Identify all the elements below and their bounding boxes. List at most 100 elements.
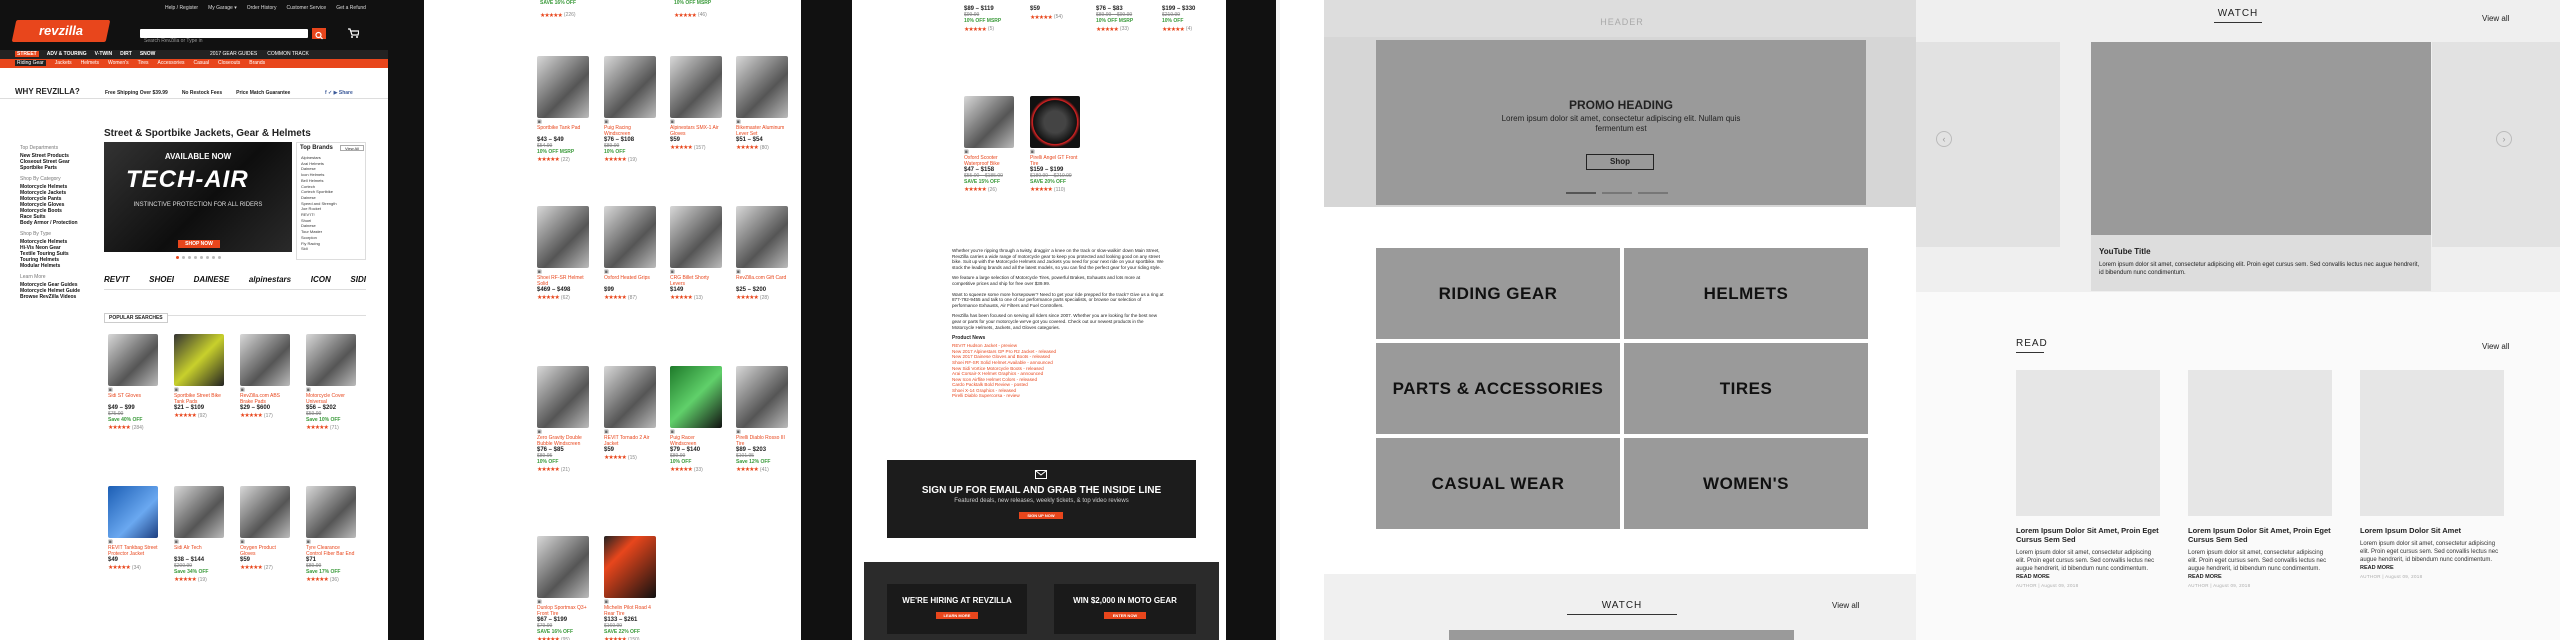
- product-news-link[interactable]: Pirelli Diablo Supercorsa - review: [952, 393, 1164, 399]
- product-name[interactable]: REVIT Tankbag Street Protector Jacket: [108, 545, 158, 557]
- product-image[interactable]: [670, 206, 722, 268]
- product-card-tail[interactable]: $89 – $119 $99.99 10% OFF MSRP ★★★★★ (5): [964, 6, 1024, 33]
- product-name[interactable]: Michelin Pilot Road 4 Rear Tire: [604, 605, 656, 617]
- product-name[interactable]: Pirelli Angel GT Front Tire: [1030, 155, 1080, 167]
- read-more-link[interactable]: READ MORE: [2016, 574, 2160, 580]
- product-card[interactable]: ▣ Bikemaster Aluminum Lever Set $51 – $54 ★…: [736, 56, 788, 151]
- product-card[interactable]: ▣ Sportbike Street Bike Tank Pads $21 – $1…: [174, 334, 224, 419]
- subnav-item[interactable]: Helmets: [81, 60, 99, 66]
- subnav-item[interactable]: Accessories: [158, 60, 185, 66]
- product-card[interactable]: ▣ Pirelli Angel GT Front Tire $159 – $199 $…: [1030, 96, 1080, 193]
- product-card[interactable]: ▣ Michelin Pilot Road 4 Rear Tire $133 – $…: [604, 536, 656, 640]
- chevron-right-icon[interactable]: ›: [2496, 131, 2512, 147]
- product-card[interactable]: ▣ Puig Racer Windscreen $79 – $140 $89.99 10…: [670, 366, 722, 473]
- subnav-item[interactable]: Riding Gear: [15, 60, 46, 66]
- product-image[interactable]: [736, 206, 788, 268]
- product-card-tail[interactable]: SAVE 16% OFF ★★★★★ (226): [540, 0, 600, 19]
- product-image[interactable]: [537, 366, 589, 428]
- product-image[interactable]: [604, 206, 656, 268]
- cart-icon[interactable]: [347, 27, 359, 39]
- nav-item[interactable]: SNOW: [140, 51, 156, 57]
- email-signup-button[interactable]: SIGN UP NOW: [1019, 512, 1063, 519]
- learn-more-button[interactable]: LEARN MORE: [936, 612, 978, 619]
- product-name[interactable]: CRG Billet Shorty Levers: [670, 275, 722, 287]
- search-button[interactable]: [312, 28, 326, 40]
- promo-carousel-indicator[interactable]: [1566, 192, 1668, 194]
- article-image[interactable]: [2188, 370, 2332, 516]
- subnav-item[interactable]: Tires: [138, 60, 149, 66]
- sidebar-link[interactable]: Sportbike Parts: [20, 165, 100, 171]
- sidebar-link[interactable]: Body Armor / Protection: [20, 220, 100, 226]
- product-card[interactable]: ▣ Pirelli Diablo Rosso III Tire $89 – $203…: [736, 366, 788, 473]
- chevron-left-icon[interactable]: ‹: [1936, 131, 1952, 147]
- read-more-link[interactable]: READ MORE: [2188, 574, 2332, 580]
- nav-item[interactable]: DIRT: [120, 51, 132, 57]
- product-name[interactable]: Puig Racing Windscreen: [604, 125, 656, 137]
- product-name[interactable]: RevZilla.com Gift Card: [736, 275, 788, 287]
- article-card[interactable]: Lorem Ipsum Dolor Sit Amet, Proin Eget C…: [2016, 370, 2160, 588]
- read-view-all-link[interactable]: View all: [2482, 342, 2509, 351]
- subnav-item[interactable]: Brands: [249, 60, 265, 66]
- header-link[interactable]: Get a Refund: [336, 5, 366, 11]
- product-card-tail[interactable]: $199 – $330 $219.99 10% OFF ★★★★★ (4): [1162, 6, 1222, 33]
- product-name[interactable]: Sidi ST Gloves: [108, 393, 158, 405]
- product-image[interactable]: [108, 486, 158, 538]
- product-card-tail[interactable]: 10% OFF MSRP ★★★★★ (46): [674, 0, 734, 19]
- product-name[interactable]: Zero Gravity Double Bubble Windscreen: [537, 435, 589, 447]
- product-card[interactable]: ▣ Motorcycle Cover Universal $56 – $202 $59…: [306, 334, 356, 431]
- product-name[interactable]: Oxygen Product Gloves: [240, 545, 290, 557]
- header-link[interactable]: Help / Register: [165, 5, 198, 11]
- product-card[interactable]: ▣ Puig Racing Windscreen $76 – $108 $89.99 1…: [604, 56, 656, 163]
- category-tile[interactable]: PARTS & ACCESSORIES: [1376, 343, 1620, 434]
- watch-view-all-link[interactable]: View all: [1832, 601, 1859, 610]
- product-card[interactable]: ▣ Sportbike Tank Pad $43 – $49 $54.99 10% OF…: [537, 56, 589, 163]
- product-image[interactable]: [174, 334, 224, 386]
- search-input[interactable]: Search RevZilla or Type in: [140, 29, 308, 44]
- brand-logo[interactable]: SIDI: [350, 275, 366, 284]
- header-link[interactable]: Customer Service: [286, 5, 326, 11]
- brand-logo[interactable]: DAINESE: [194, 275, 230, 284]
- nav-item[interactable]: STREET: [15, 51, 39, 57]
- watch-view-all-link[interactable]: View all: [2482, 14, 2509, 23]
- product-name[interactable]: Oxford Heated Grips: [604, 275, 656, 287]
- brand-logo[interactable]: ICON: [311, 275, 331, 284]
- article-title[interactable]: Lorem Ipsum Dolor Sit Amet, Proin Eget C…: [2016, 526, 2160, 544]
- product-name[interactable]: RevZilla.com ABS Brake Pads: [240, 393, 290, 405]
- header-link[interactable]: Order History: [247, 5, 277, 11]
- promise-item[interactable]: Price Match Guarantee: [236, 90, 290, 96]
- product-name[interactable]: REVIT Tornado 2 Air Jacket: [604, 435, 656, 447]
- nav-item[interactable]: ADV & TOURING: [47, 51, 87, 57]
- product-image[interactable]: [306, 334, 356, 386]
- product-image[interactable]: [670, 56, 722, 118]
- nav-item[interactable]: 2017 GEAR GUIDES: [210, 51, 257, 57]
- product-card[interactable]: ▣ Sidi AIr Tech $38 – $144 $209.99 Save 34% …: [174, 486, 224, 583]
- product-image[interactable]: [604, 56, 656, 118]
- brand-link[interactable]: Sidi: [301, 246, 337, 252]
- product-image[interactable]: [604, 366, 656, 428]
- revzilla-logo[interactable]: revzilla: [11, 20, 111, 42]
- brand-logo[interactable]: alpinestars: [249, 275, 291, 284]
- product-card[interactable]: ▣ Zero Gravity Double Bubble Windscreen $7…: [537, 366, 589, 473]
- category-tile[interactable]: TIRES: [1624, 343, 1868, 434]
- enter-now-button[interactable]: ENTER NOW: [1104, 612, 1146, 619]
- popular-searches-tab[interactable]: POPULAR SEARCHES: [104, 306, 366, 323]
- sidebar-link[interactable]: Browse RevZilla Videos: [20, 294, 100, 300]
- category-tile[interactable]: CASUAL WEAR: [1376, 438, 1620, 529]
- product-name[interactable]: Puig Racer Windscreen: [670, 435, 722, 447]
- product-card[interactable]: ▣ RevZilla.com ABS Brake Pads $29 – $600 ★★…: [240, 334, 290, 419]
- article-image[interactable]: [2016, 370, 2160, 516]
- view-all-brands-button[interactable]: View All: [340, 145, 364, 151]
- product-name[interactable]: Shoei RF-SR Helmet Solid: [537, 275, 589, 287]
- product-image[interactable]: [1030, 96, 1080, 148]
- subnav-item[interactable]: Casual: [193, 60, 209, 66]
- carousel-dots[interactable]: [104, 256, 292, 262]
- product-image[interactable]: [537, 56, 589, 118]
- product-card[interactable]: ▣ REVIT Tornado 2 Air Jacket $59 ★★★★★ (15): [604, 366, 656, 461]
- header-link[interactable]: My Garage ▾: [208, 5, 237, 11]
- product-name[interactable]: Tyre Clearance Control Fiber Bar End: [306, 545, 356, 557]
- product-image[interactable]: [670, 366, 722, 428]
- product-card[interactable]: ▣ RevZilla.com Gift Card $25 – $200 ★★★★★ (2…: [736, 206, 788, 301]
- product-image[interactable]: [108, 334, 158, 386]
- social-icons[interactable]: f ✓ ▶ Share: [325, 90, 353, 96]
- subnav-item[interactable]: Closeouts: [218, 60, 240, 66]
